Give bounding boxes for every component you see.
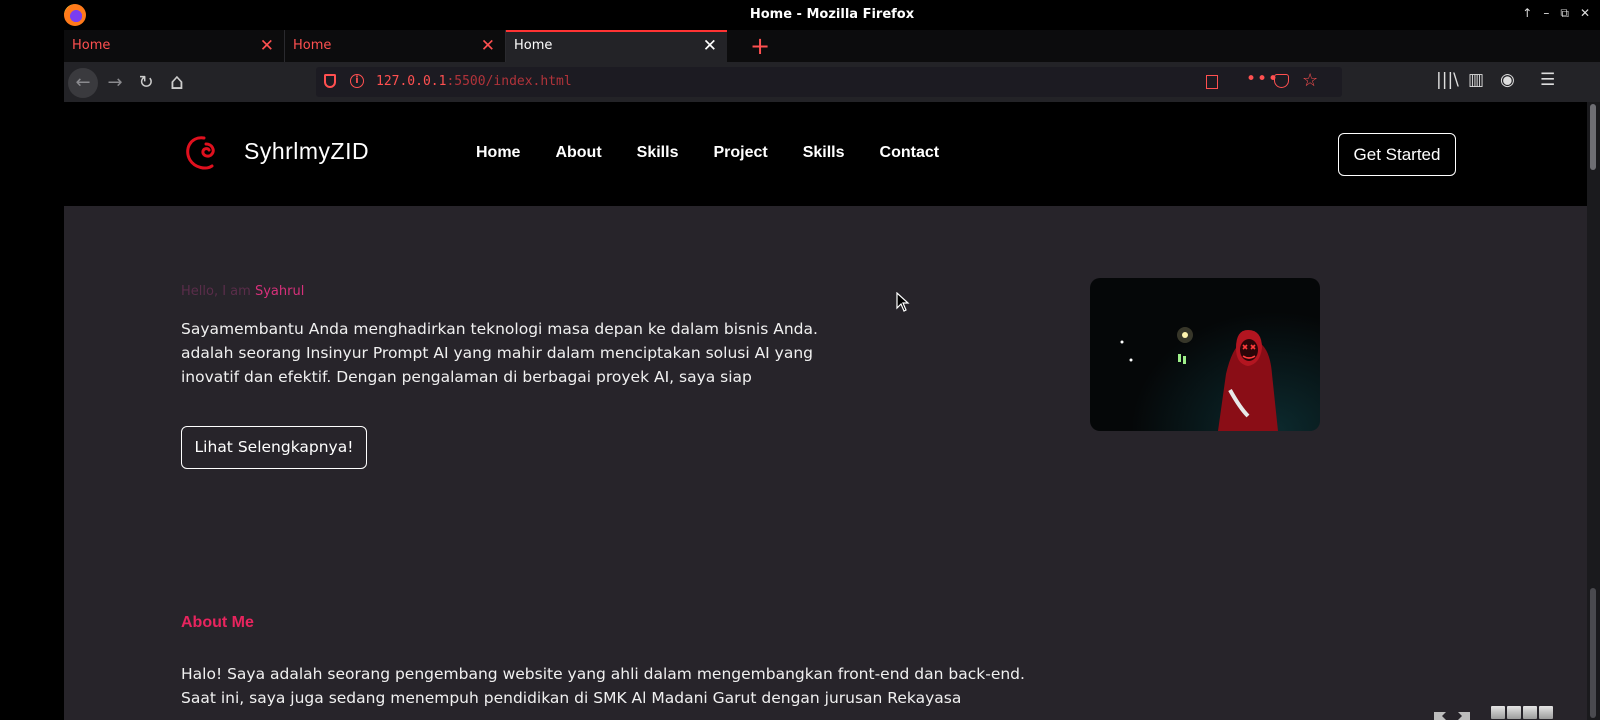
fullscreen-expand-icon[interactable] — [1432, 710, 1472, 720]
tab-home-active[interactable]: Home ✕ — [506, 30, 727, 62]
tab-label: Home — [293, 38, 332, 53]
home-button[interactable]: ⌂ — [162, 68, 192, 98]
url-bar[interactable]: i 127.0.0.1:5500/index.html ••• ☆ — [316, 67, 1342, 97]
tab-home-1[interactable]: Home ✕ — [64, 30, 285, 62]
brand-name[interactable]: SyhrlmyZID — [244, 138, 369, 165]
nav-link-project[interactable]: Project — [713, 144, 767, 162]
sidebar-icon[interactable]: ▥ — [1468, 70, 1484, 90]
window-title: Home - Mozilla Firefox — [749, 7, 915, 22]
tab-close-icon[interactable]: ✕ — [703, 36, 717, 56]
hamburger-menu-icon[interactable]: ☰ — [1540, 70, 1555, 90]
get-started-button[interactable]: Get Started — [1338, 133, 1456, 176]
account-icon[interactable]: ◉ — [1500, 70, 1515, 90]
nav-link-contact[interactable]: Contact — [880, 144, 940, 162]
pocket-icon[interactable] — [1274, 74, 1289, 88]
nav-link-skills-2[interactable]: Skills — [803, 144, 845, 162]
hero-name: Syahrul — [254, 284, 305, 299]
forward-button[interactable]: → — [100, 68, 130, 98]
tab-home-2[interactable]: Home ✕ — [285, 30, 506, 62]
nav-link-about[interactable]: About — [555, 144, 601, 162]
scrollbar-thumb[interactable] — [1590, 104, 1596, 170]
url-text[interactable]: 127.0.0.1:5500/index.html — [376, 74, 572, 89]
site-info-icon[interactable]: i — [350, 74, 364, 88]
about-text: Halo! Saya adalah seorang pengembang web… — [181, 665, 1025, 707]
app-grid-icon[interactable] — [1491, 706, 1555, 720]
hero-greeting: Hello, I am Syahrul — [181, 284, 305, 299]
scrollbar-track-highlight — [1590, 588, 1596, 718]
hero-intro: Sayamembantu Anda menghadirkan teknologi… — [181, 320, 818, 386]
tracking-shield-icon[interactable] — [324, 74, 336, 88]
mouse-cursor-icon — [896, 292, 910, 312]
window-titlebar: Home - Mozilla Firefox ↑ – ⧉ ✕ — [64, 0, 1600, 30]
tab-label: Home — [514, 38, 553, 53]
bookmark-star-icon[interactable]: ☆ — [1302, 70, 1318, 91]
nav-link-skills[interactable]: Skills — [637, 144, 679, 162]
nav-link-home[interactable]: Home — [476, 144, 520, 162]
see-more-button[interactable]: Lihat Selengkapnya! — [181, 426, 367, 469]
site-header: SyhrlmyZID Home About Skills Project Ski… — [64, 102, 1587, 206]
main-nav: Home About Skills Project Skills Contact — [476, 144, 974, 162]
reload-button[interactable]: ↻ — [131, 68, 161, 98]
tab-bar: Home ✕ Home ✕ Home ✕ + — [64, 30, 1600, 62]
tab-close-icon[interactable]: ✕ — [481, 36, 495, 56]
hero-image — [1090, 278, 1320, 431]
window-close-icon[interactable]: ✕ — [1580, 6, 1590, 21]
masked-figure-photo — [1120, 327, 1278, 431]
window-pin-icon[interactable]: ↑ — [1522, 6, 1532, 21]
reader-view-icon[interactable] — [1206, 75, 1218, 89]
window-minimize-icon[interactable]: – — [1543, 6, 1549, 21]
page-viewport: SyhrlmyZID Home About Skills Project Ski… — [64, 102, 1587, 720]
tab-label: Home — [72, 38, 111, 53]
window-controls: ↑ – ⧉ ✕ — [1522, 6, 1590, 21]
back-button[interactable]: ← — [68, 68, 98, 98]
library-icon[interactable]: |||\ — [1436, 70, 1459, 90]
page-scrollbar[interactable] — [1587, 102, 1600, 720]
window-maximize-icon[interactable]: ⧉ — [1560, 6, 1569, 21]
new-tab-icon[interactable]: + — [750, 32, 770, 60]
swirl-logo-icon[interactable] — [182, 132, 220, 172]
about-title: About Me — [181, 614, 254, 631]
tab-close-icon[interactable]: ✕ — [260, 36, 274, 56]
navigation-toolbar: ← → ↻ ⌂ i 127.0.0.1:5500/index.html ••• … — [64, 62, 1600, 102]
